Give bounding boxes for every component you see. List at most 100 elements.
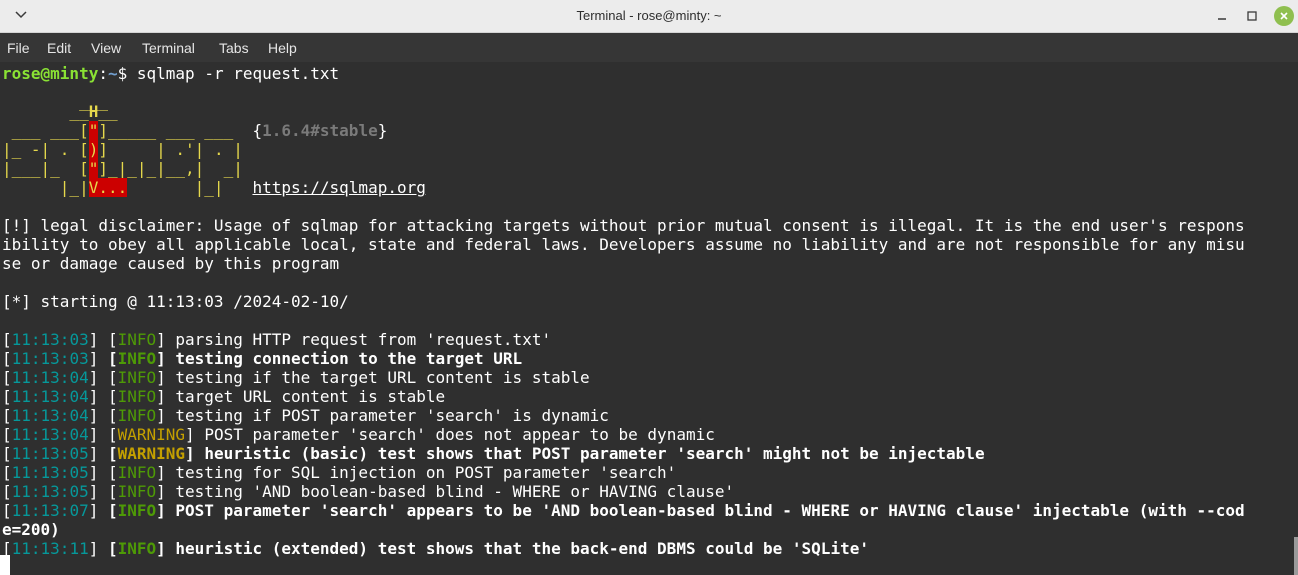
disclaimer-line: se or damage caused by this program xyxy=(2,254,340,273)
banner-text: |_ -| . [ xyxy=(2,140,89,159)
bracket: ] xyxy=(156,330,176,349)
log-level: INFO xyxy=(117,368,157,387)
bracket: [ xyxy=(107,539,118,558)
starting-line: [*] starting @ 11:13:03 /2024-02-10/ xyxy=(2,292,349,311)
maximize-icon[interactable] xyxy=(1242,6,1262,26)
banner-text: |_| xyxy=(2,178,89,197)
log-line: [11:13:05] [INFO] testing for SQL inject… xyxy=(2,463,676,482)
close-icon[interactable] xyxy=(1274,6,1294,26)
bracket: [ xyxy=(107,406,118,425)
prompt-dollar: $ xyxy=(117,64,128,83)
log-time: 11:13:04 xyxy=(11,387,89,406)
bracket: [ xyxy=(107,501,118,520)
bracket: [ xyxy=(2,444,12,463)
banner-red-glyph: ) xyxy=(88,140,99,159)
log-line: [11:13:07] [INFO] POST parameter 'search… xyxy=(2,501,1245,520)
bracket: [ xyxy=(2,349,12,368)
banner-text: ]_____ ___ ___ xyxy=(98,121,253,140)
minimize-icon[interactable] xyxy=(1212,6,1232,26)
wrapped-line: e=200) xyxy=(2,520,60,539)
bracket: ] xyxy=(156,406,176,425)
log-level: WARNING xyxy=(117,444,186,463)
menu-terminal[interactable]: Terminal xyxy=(142,40,195,56)
log-line: [11:13:04] [INFO] testing if the target … xyxy=(2,368,590,387)
disclaimer-line: [!] legal disclaimer: Usage of sqlmap fo… xyxy=(2,216,1245,235)
banner-text: __ xyxy=(2,102,89,121)
menu-edit[interactable]: Edit xyxy=(47,40,71,56)
log-time: 11:13:03 xyxy=(11,349,89,368)
bracket: [ xyxy=(2,387,12,406)
prompt-command: sqlmap -r request.txt xyxy=(127,64,340,83)
log-time: 11:13:05 xyxy=(11,444,89,463)
log-line: [11:13:03] [INFO] parsing HTTP request f… xyxy=(2,330,551,349)
version-brace: { xyxy=(252,121,263,140)
log-line: [11:13:04] [INFO] testing if POST parame… xyxy=(2,406,609,425)
log-message: POST parameter 'search' does not appear … xyxy=(204,425,715,444)
log-level: WARNING xyxy=(117,425,186,444)
prompt-path: ~ xyxy=(107,64,118,83)
banner-text: |_| xyxy=(127,178,253,197)
title-bar: Terminal - rose@minty: ~ xyxy=(0,0,1298,33)
bracket: [ xyxy=(107,463,118,482)
sqlmap-url-link[interactable]: https://sqlmap.org xyxy=(252,178,425,197)
menu-bar: File Edit View Terminal Tabs Help xyxy=(0,33,1298,62)
log-message: testing for SQL injection on POST parame… xyxy=(175,463,677,482)
log-level: INFO xyxy=(117,349,157,368)
banner-red-glyph: " xyxy=(88,121,99,140)
menu-file[interactable]: File xyxy=(7,40,30,56)
bracket: ] xyxy=(88,425,108,444)
log-level: INFO xyxy=(117,387,157,406)
bracket: ] xyxy=(185,425,205,444)
log-time: 11:13:05 xyxy=(11,482,89,501)
log-level: INFO xyxy=(117,406,157,425)
banner-line-3: ___ ___["]_____ ___ ___ {1.6.4#stable} xyxy=(2,121,387,140)
bracket: [ xyxy=(2,463,12,482)
prompt-user-host: rose@minty xyxy=(2,64,99,83)
banner-text: ] | .'| . | xyxy=(98,140,243,159)
window-title: Terminal - rose@minty: ~ xyxy=(576,8,722,23)
banner-line-6: |_|V... |_| https://sqlmap.org xyxy=(2,178,426,197)
version-brace: } xyxy=(377,121,388,140)
menu-view[interactable]: View xyxy=(91,40,121,56)
menu-help[interactable]: Help xyxy=(268,40,297,56)
bracket: ] xyxy=(88,406,108,425)
bracket: [ xyxy=(2,406,12,425)
log-line: [11:13:05] [WARNING] heuristic (basic) t… xyxy=(2,444,985,463)
bracket: ] xyxy=(88,463,108,482)
log-message: testing 'AND boolean-based blind - WHERE… xyxy=(175,482,735,501)
log-time: 11:13:11 xyxy=(11,539,89,558)
bracket: [ xyxy=(107,444,118,463)
log-line: [11:13:11] [INFO] heuristic (extended) t… xyxy=(2,539,869,558)
bracket: [ xyxy=(107,387,118,406)
banner-red-glyph: V... xyxy=(88,178,128,197)
bracket: ] xyxy=(156,349,176,368)
banner-text: ]_|_|_|__,| _| xyxy=(98,159,243,178)
bracket: ] xyxy=(156,482,176,501)
menu-tabs[interactable]: Tabs xyxy=(219,40,249,56)
log-level: INFO xyxy=(117,482,157,501)
banner-line-4: |_ -| . [)] | .'| . | xyxy=(2,140,243,159)
bracket: ] xyxy=(88,482,108,501)
banner-text: ___ ___[ xyxy=(2,121,89,140)
text-cursor xyxy=(0,555,10,575)
log-message: testing if the target URL content is sta… xyxy=(175,368,590,387)
banner-text: __ xyxy=(98,102,118,121)
log-line: [11:13:05] [INFO] testing 'AND boolean-b… xyxy=(2,482,734,501)
log-message: target URL content is stable xyxy=(175,387,446,406)
version-label: 1.6.4#stable xyxy=(262,121,378,140)
bracket: [ xyxy=(2,425,12,444)
bracket: ] xyxy=(156,387,176,406)
bracket: ] xyxy=(88,539,108,558)
terminal-output[interactable]: rose@minty:~$ sqlmap -r request.txt ___ … xyxy=(0,62,1298,575)
bracket: [ xyxy=(2,482,12,501)
log-line: [11:13:04] [INFO] target URL content is … xyxy=(2,387,445,406)
log-time: 11:13:04 xyxy=(11,406,89,425)
log-message: testing connection to the target URL xyxy=(175,349,523,368)
disclaimer-line: ibility to obey all applicable local, st… xyxy=(2,235,1245,254)
bracket: [ xyxy=(107,482,118,501)
scrollbar-thumb[interactable] xyxy=(1294,537,1298,575)
log-time: 11:13:04 xyxy=(11,368,89,387)
bracket: ] xyxy=(88,368,108,387)
bracket: [ xyxy=(107,425,118,444)
prompt-line: rose@minty:~$ sqlmap -r request.txt xyxy=(2,64,339,83)
